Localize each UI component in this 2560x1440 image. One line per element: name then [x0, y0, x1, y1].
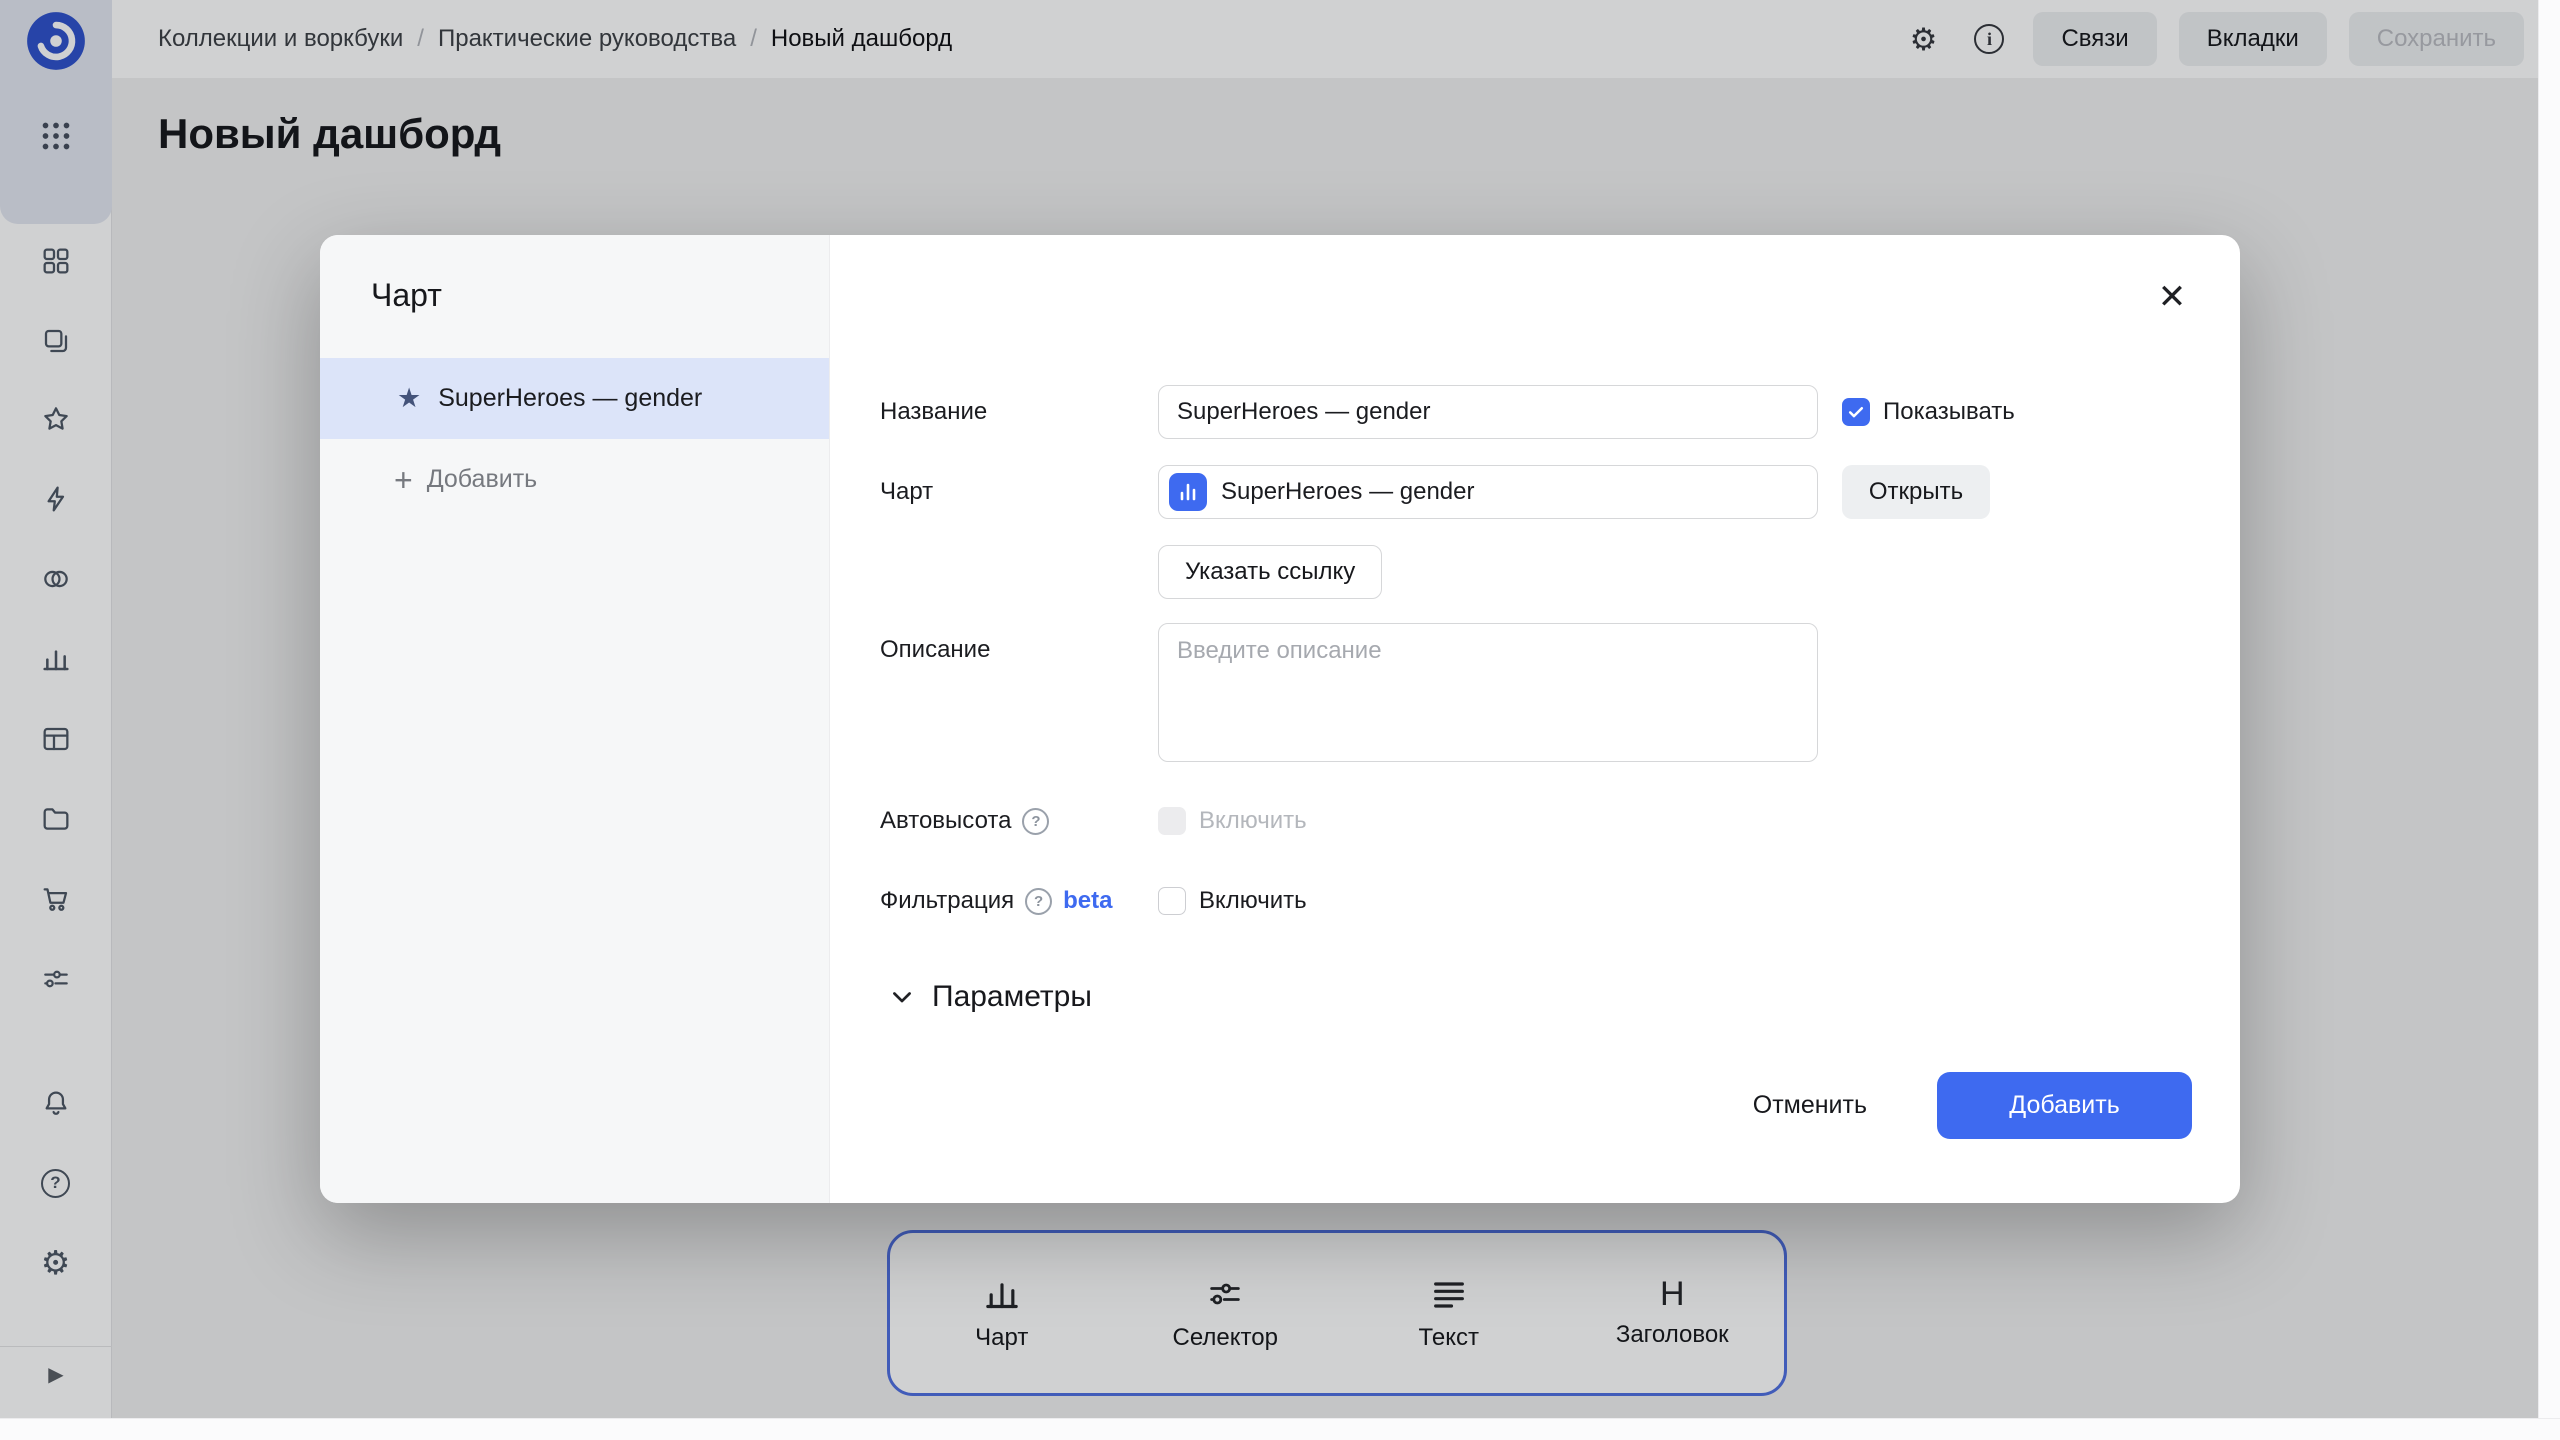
chart-form: Название Показывать Чарт	[830, 235, 2240, 1139]
autoheight-help-icon[interactable]: ?	[1022, 808, 1049, 835]
chart-field[interactable]: SuperHeroes — gender	[1158, 465, 1818, 519]
filtering-help-icon[interactable]: ?	[1025, 888, 1052, 915]
plus-icon: +	[394, 464, 413, 496]
autoheight-checkbox-label: Включить	[1199, 807, 1307, 835]
name-label: Название	[880, 398, 1158, 426]
filtering-label: Фильтрация	[880, 887, 1014, 915]
close-dialog-button[interactable]: ✕	[2150, 275, 2194, 319]
chart-field-value: SuperHeroes — gender	[1221, 478, 1474, 506]
description-row: Описание	[880, 623, 2192, 762]
parameters-section-label: Параметры	[932, 980, 1092, 1014]
chevron-down-icon	[888, 983, 916, 1011]
chart-label: Чарт	[880, 478, 1158, 506]
dialog-footer: Отменить Добавить	[880, 1072, 2192, 1139]
filtering-checkbox-wrap: Включить	[1158, 887, 1818, 915]
open-chart-button[interactable]: Открыть	[1842, 465, 1990, 519]
add-chart-dialog: Чарт ★ SuperHeroes — gender + Добавить ✕…	[320, 235, 2240, 1203]
star-icon: ★	[397, 385, 421, 412]
dialog-left-panel: Чарт ★ SuperHeroes — gender + Добавить	[320, 235, 830, 1203]
cancel-button[interactable]: Отменить	[1741, 1072, 1879, 1139]
autoheight-checkbox[interactable]	[1158, 807, 1186, 835]
chart-row: Чарт SuperHeroes — gender Открыть	[880, 465, 2192, 519]
vertical-scrollbar[interactable]	[2538, 0, 2560, 1440]
filtering-checkbox[interactable]	[1158, 887, 1186, 915]
check-icon	[1846, 402, 1866, 422]
show-checkbox[interactable]	[1842, 398, 1870, 426]
dialog-title: Чарт	[371, 277, 829, 314]
dialog-body: ✕ Название Показывать	[830, 235, 2240, 1203]
link-row: Указать ссылку	[880, 545, 2192, 599]
screen: ? ⚙ ▶ Коллекции и воркбуки / Практически…	[0, 0, 2560, 1440]
add-button[interactable]: Добавить	[1937, 1072, 2192, 1139]
autoheight-label: Автовысота	[880, 807, 1011, 835]
description-label: Описание	[880, 623, 1158, 664]
filtering-checkbox-label[interactable]: Включить	[1199, 887, 1307, 915]
parameters-section-toggle[interactable]: Параметры	[888, 980, 2192, 1014]
specify-link-button[interactable]: Указать ссылку	[1158, 545, 1382, 599]
name-input[interactable]	[1158, 385, 1818, 439]
chart-chip-icon	[1169, 473, 1207, 511]
filtering-row: Фильтрация ? beta Включить	[880, 880, 2192, 922]
show-checkbox-label[interactable]: Показывать	[1883, 398, 2015, 426]
add-chart-list-label: Добавить	[427, 465, 538, 494]
close-icon: ✕	[2158, 277, 2187, 317]
autoheight-checkbox-wrap: Включить	[1158, 807, 1818, 835]
description-input[interactable]	[1158, 623, 1818, 762]
name-row: Название Показывать	[880, 385, 2192, 439]
beta-badge: beta	[1063, 887, 1112, 915]
chart-list-item-label: SuperHeroes — gender	[438, 384, 702, 413]
horizontal-scrollbar[interactable]	[0, 1418, 2560, 1440]
chart-list-item[interactable]: ★ SuperHeroes — gender	[320, 358, 829, 439]
show-checkbox-wrap: Показывать	[1842, 398, 2192, 426]
autoheight-row: Автовысота ? Включить	[880, 800, 2192, 842]
add-chart-list-button[interactable]: + Добавить	[320, 439, 829, 520]
